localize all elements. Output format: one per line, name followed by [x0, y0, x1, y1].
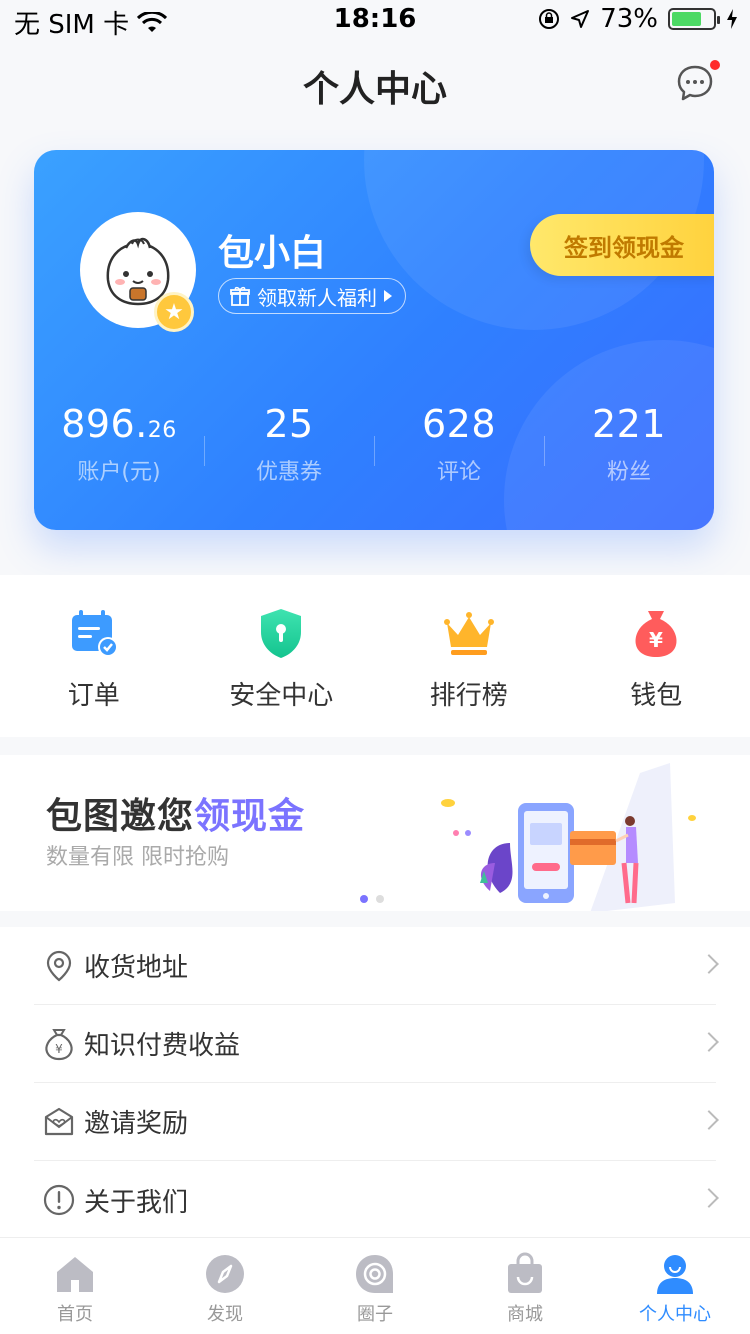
stat-value: 628: [421, 402, 497, 446]
checkin-button[interactable]: 签到领现金: [530, 214, 714, 276]
status-right: 73%: [538, 4, 738, 34]
quick-actions: 订单 安全中心 排行榜 ¥ 钱包: [0, 575, 750, 737]
gift-label: 领取新人福利: [257, 285, 377, 310]
location-pin-icon: [46, 950, 72, 981]
banner-title: 包图邀您领现金: [46, 787, 305, 839]
tab-home[interactable]: 首页: [0, 1238, 150, 1334]
status-bar: 无 SIM 卡 18:16 73%: [0, 0, 750, 40]
banner-title-prefix: 包图邀您: [46, 796, 195, 837]
phone-payment-illustration: [441, 763, 696, 911]
carousel-indicator: [360, 895, 384, 903]
menu-label: 关于我们: [84, 1187, 189, 1218]
calendar-check-icon: [71, 610, 118, 657]
quick-action-security[interactable]: 安全中心: [188, 575, 376, 737]
stat-value: 221: [591, 402, 667, 446]
tab-label: 发现: [207, 1304, 243, 1325]
quick-action-label: 安全中心: [229, 681, 334, 711]
stat-comments[interactable]: 628 评论: [374, 402, 544, 492]
quick-action-wallet[interactable]: ¥ 钱包: [563, 575, 750, 737]
new-user-gift-link[interactable]: 领取新人福利: [218, 278, 406, 314]
bottom-tab-bar: 首页 发现 圈子 商城 个人中心: [0, 1237, 750, 1334]
stat-balance[interactable]: 896.26 账户(元): [34, 402, 204, 492]
quick-action-orders[interactable]: 订单: [0, 575, 188, 737]
quick-action-ranking[interactable]: 排行榜: [375, 575, 563, 737]
menu-label: 邀请奖励: [84, 1109, 189, 1139]
tab-label: 圈子: [357, 1304, 393, 1325]
stat-value: 896.26: [34, 402, 204, 446]
crown-icon: [443, 612, 494, 655]
medal-badge-icon: ★: [154, 292, 194, 332]
svg-text:¥: ¥: [55, 1042, 63, 1056]
money-bag-icon: ¥: [635, 611, 677, 657]
compass-icon: [206, 1255, 244, 1293]
message-button[interactable]: [676, 60, 720, 102]
tab-label: 首页: [57, 1304, 93, 1325]
svg-text:¥: ¥: [649, 628, 663, 652]
chevron-right-icon: [699, 1110, 719, 1130]
battery-fill: [672, 12, 702, 26]
username: 包小白: [218, 233, 327, 274]
tab-mall[interactable]: 商城: [450, 1238, 600, 1334]
carousel-dot-active[interactable]: [360, 895, 368, 903]
promo-banner[interactable]: 包图邀您领现金 数量有限 限时抢购: [0, 755, 750, 911]
tab-profile[interactable]: 个人中心: [600, 1238, 750, 1334]
shield-icon: [261, 609, 302, 658]
stat-label: 账户(元): [77, 460, 161, 485]
stat-value: 25: [264, 402, 314, 446]
chevron-right-icon: [699, 1188, 719, 1208]
tab-discover[interactable]: 发现: [150, 1238, 300, 1334]
chevron-right-icon: [699, 954, 719, 974]
stat-value-decimal: 26: [147, 418, 177, 443]
shopping-bag-icon: [508, 1252, 542, 1293]
menu-item-knowledge-earnings[interactable]: ¥ 知识付费收益: [34, 1005, 719, 1083]
battery-icon: [668, 8, 720, 30]
stat-label: 粉丝: [606, 460, 651, 485]
menu-item-shipping-address[interactable]: 收货地址: [34, 927, 719, 1005]
tab-label: 个人中心: [639, 1304, 711, 1325]
stat-fans[interactable]: 221 粉丝: [544, 402, 714, 492]
user-icon: [657, 1255, 693, 1294]
carousel-dot[interactable]: [376, 895, 384, 903]
charging-bolt-icon: [727, 9, 737, 29]
chevron-right-icon: [699, 1032, 719, 1052]
stat-coupons[interactable]: 25 优惠券: [204, 402, 374, 492]
menu-item-about-us[interactable]: 关于我们: [34, 1161, 719, 1239]
menu-label: 收货地址: [84, 953, 189, 983]
page-title: 个人中心: [302, 69, 447, 110]
menu-label: 知识付费收益: [84, 1031, 241, 1061]
stat-label: 优惠券: [255, 460, 322, 485]
settings-menu: 收货地址 ¥ 知识付费收益 邀请奖励 关于我们: [0, 927, 750, 1237]
banner-subtitle: 数量有限 限时抢购: [46, 845, 229, 870]
tab-label: 商城: [507, 1304, 543, 1325]
notification-dot: [710, 60, 720, 70]
home-icon: [57, 1257, 93, 1292]
stats-row: 896.26 账户(元) 25 优惠券 628 评论 221 粉丝: [34, 402, 714, 492]
envelope-heart-icon: [44, 1107, 74, 1135]
location-arrow-icon: [571, 10, 590, 28]
circle-target-icon: [356, 1255, 393, 1293]
stat-value-main: 896.: [61, 402, 148, 446]
stat-label: 评论: [436, 460, 481, 485]
quick-action-label: 订单: [67, 681, 120, 711]
profile-card: ★ 包小白 领取新人福利 签到领现金 896.26 账户(元) 25 优惠券 6…: [34, 150, 714, 530]
quick-action-label: 钱包: [630, 681, 683, 711]
quick-action-label: 排行榜: [429, 681, 508, 711]
tab-circle[interactable]: 圈子: [300, 1238, 450, 1334]
menu-item-invite-rewards[interactable]: 邀请奖励: [34, 1083, 719, 1161]
banner-title-highlight: 领现金: [194, 796, 306, 837]
chat-bubble-icon: [677, 65, 713, 101]
triangle-right-icon: [384, 290, 392, 302]
rotation-lock-icon: [539, 9, 560, 29]
gift-icon: [230, 286, 250, 306]
yuan-bag-icon: ¥: [45, 1028, 73, 1060]
info-circle-icon: [43, 1184, 75, 1216]
battery-percent: 73%: [600, 4, 658, 34]
